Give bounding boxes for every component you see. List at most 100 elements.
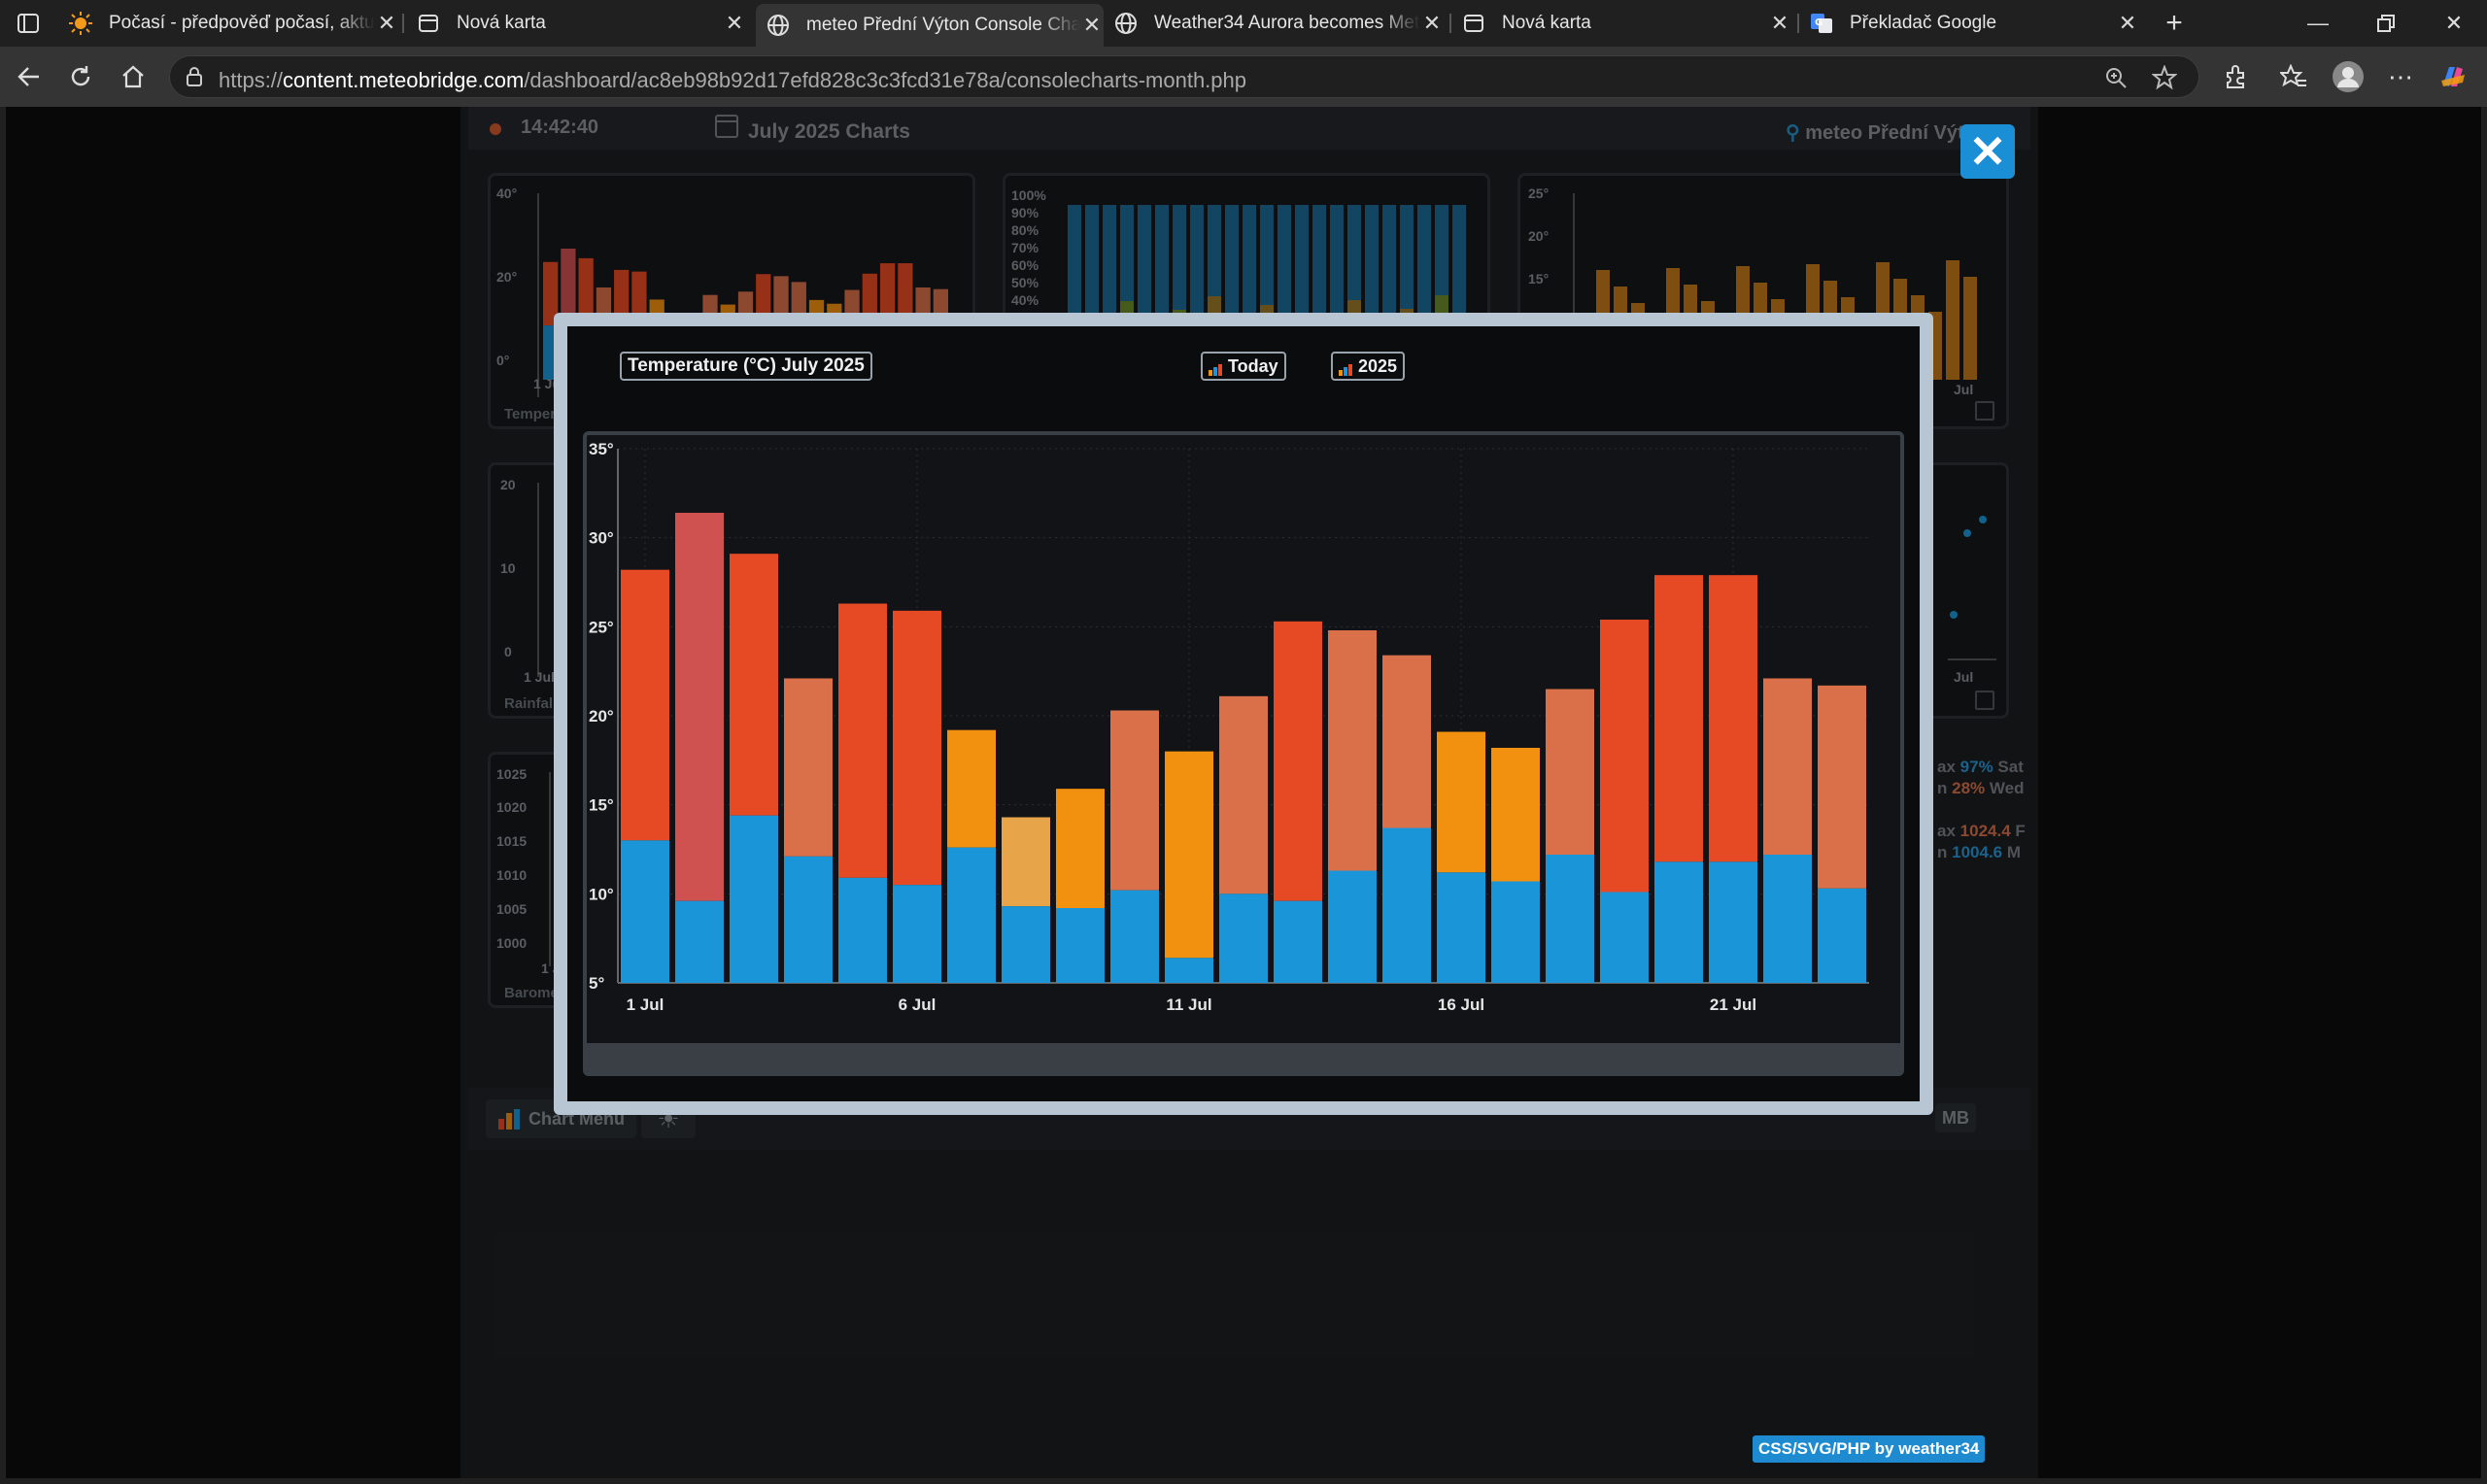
tab-close-icon[interactable]: ✕ <box>723 11 746 36</box>
url-text: https://content.meteobridge.com/dashboar… <box>219 68 1246 93</box>
bar-min-temp <box>1219 894 1268 983</box>
year-label: 2025 <box>1358 355 1398 376</box>
expand-icon[interactable] <box>1975 401 1994 421</box>
y-tick: 10 <box>500 560 516 576</box>
restore-button[interactable] <box>2357 4 2415 43</box>
bar-min-temp <box>947 847 996 983</box>
bar-min-temp <box>1600 892 1649 983</box>
console-header: 14:42:40 July 2025 Charts ⚲ meteo Přední… <box>468 107 2030 150</box>
bar-min-temp <box>1709 861 1757 983</box>
bar-max-temp <box>1056 789 1105 908</box>
bar-max-temp <box>1165 751 1213 959</box>
tab-title: Nová karta <box>1502 13 1591 33</box>
y-axis <box>549 772 551 966</box>
barometer-min-stat: n 1004.6 M <box>1937 843 2021 862</box>
tab-title: Weather34 Aurora becomes Meteobridge <box>1154 13 1420 33</box>
bar-min-temp <box>1818 888 1866 983</box>
bar-max-temp <box>1763 678 1812 855</box>
browser-toolbar: https://content.meteobridge.com/dashboar… <box>0 47 2487 107</box>
barometer-max-stat: ax 1024.4 F <box>1937 822 2026 841</box>
bar-min-temp <box>1165 958 1213 983</box>
reload-icon[interactable] <box>62 58 99 95</box>
y-tick-label: 10° <box>589 885 614 903</box>
x-tick-label: 16 Jul <box>1438 995 1484 1014</box>
bar-min-temp <box>1382 827 1431 983</box>
temperature-chart: 5° 10° 15° 20° 25° 30° 35° 1 Jul 6 Jul 11 Jul 16 J… <box>583 431 1904 1076</box>
bar-max-temp <box>621 569 669 841</box>
close-window-button[interactable]: ✕ <box>2425 4 2483 43</box>
tab-separator <box>1449 14 1451 33</box>
tab-close-icon[interactable]: ✕ <box>1080 13 1104 38</box>
favorites-icon[interactable] <box>2275 58 2312 95</box>
copilot-icon[interactable] <box>2435 58 2471 95</box>
sun-icon <box>68 11 93 36</box>
stat-day: Wed <box>1989 779 2025 797</box>
clock-status-icon <box>490 123 501 135</box>
y-tick: 20 <box>500 477 516 492</box>
mb-button[interactable]: MB <box>1935 1103 1976 1132</box>
bar-max-temp <box>1546 689 1594 855</box>
tab-pocasi[interactable]: Počasí - předpověď počasí, aktuální ✕ <box>68 4 398 43</box>
y-tick-label: 15° <box>589 796 614 815</box>
address-bar[interactable]: https://content.meteobridge.com/dashboar… <box>169 55 2199 98</box>
new-tab-button[interactable]: + <box>2145 4 2203 43</box>
credit-badge[interactable]: CSS/SVG/PHP by weather34 <box>1753 1435 1986 1463</box>
stat-label: n <box>1937 843 1948 861</box>
tab-close-icon[interactable]: ✕ <box>375 11 398 36</box>
home-icon[interactable] <box>115 58 152 95</box>
more-menu-icon[interactable]: ⋯ <box>2382 58 2419 95</box>
tab-close-icon[interactable]: ✕ <box>1420 11 1444 36</box>
y-tick: 80% <box>1011 222 1039 238</box>
y-tick: 1025 <box>496 766 528 782</box>
extensions-icon[interactable] <box>2217 58 2254 95</box>
tab-title: Překladač Google <box>1850 13 1997 33</box>
mini-bar-icon <box>1209 360 1222 376</box>
bar-min-temp <box>730 815 778 983</box>
url-host: content.meteobridge.com <box>283 68 525 92</box>
zoom-icon[interactable] <box>2103 65 2129 90</box>
tab-nova-karta-2[interactable]: Nová karta ✕ <box>1461 4 1791 43</box>
bar-max-temp <box>1002 817 1050 907</box>
favorite-star-icon[interactable] <box>2152 65 2177 90</box>
console-time: 14:42:40 <box>521 117 599 138</box>
google-translate-icon: G <box>1809 11 1834 36</box>
calendar-icon <box>715 115 738 138</box>
mini-chart-label: Rainfall <box>504 695 558 712</box>
minimize-button[interactable]: — <box>2289 4 2347 43</box>
y-tick: 1010 <box>496 867 528 883</box>
temperature-chart-svg: 5° 10° 15° 20° 25° 30° 35° 1 Jul 6 Jul 11 Jul 16 J… <box>589 440 1869 1014</box>
back-icon[interactable] <box>10 58 47 95</box>
tab-title: Počasí - předpověď počasí, aktuální <box>109 13 375 33</box>
tab-actions-icon[interactable] <box>10 5 47 42</box>
year-button[interactable]: 2025 <box>1331 352 1406 381</box>
bar-min-temp <box>838 877 887 983</box>
today-button[interactable]: Today <box>1201 352 1286 381</box>
x-tick: Jul <box>1954 669 1974 685</box>
profile-avatar-icon[interactable] <box>2330 58 2367 95</box>
bar-max-temp <box>675 513 724 901</box>
y-tick: 1005 <box>496 901 528 917</box>
bar-min-temp <box>1002 906 1050 983</box>
tab-nova-karta-1[interactable]: Nová karta ✕ <box>416 4 746 43</box>
tab-close-icon[interactable]: ✕ <box>2116 11 2139 36</box>
tab-weather34[interactable]: Weather34 Aurora becomes Meteobridge ✕ <box>1113 4 1444 43</box>
bar-min-temp <box>1110 890 1159 983</box>
tab-separator <box>1797 14 1799 33</box>
bar-min-temp <box>1274 900 1322 983</box>
tab-close-icon[interactable]: ✕ <box>1768 11 1791 36</box>
site-info-icon[interactable] <box>184 66 207 89</box>
y-tick-label: 25° <box>589 618 614 636</box>
y-axis <box>537 483 539 677</box>
expand-icon[interactable] <box>1975 691 1994 710</box>
bar-min-temp <box>1056 908 1105 983</box>
mini-bar <box>1946 260 1959 380</box>
humidity-min-stat: n 28% Wed <box>1937 779 2024 798</box>
y-tick: 90% <box>1011 205 1039 220</box>
stat-label: ax <box>1937 758 1956 776</box>
tab-google-translate[interactable]: G Překladač Google ✕ <box>1809 4 2139 43</box>
bar-min-temp <box>1491 881 1540 983</box>
tab-meteo-console[interactable]: meteo Přední Výton Console Charts ✕ <box>756 4 1104 47</box>
bar-max-temp <box>1654 575 1703 862</box>
close-modal-button[interactable]: ✕ <box>1960 124 2015 179</box>
y-tick: 0° <box>496 353 510 368</box>
